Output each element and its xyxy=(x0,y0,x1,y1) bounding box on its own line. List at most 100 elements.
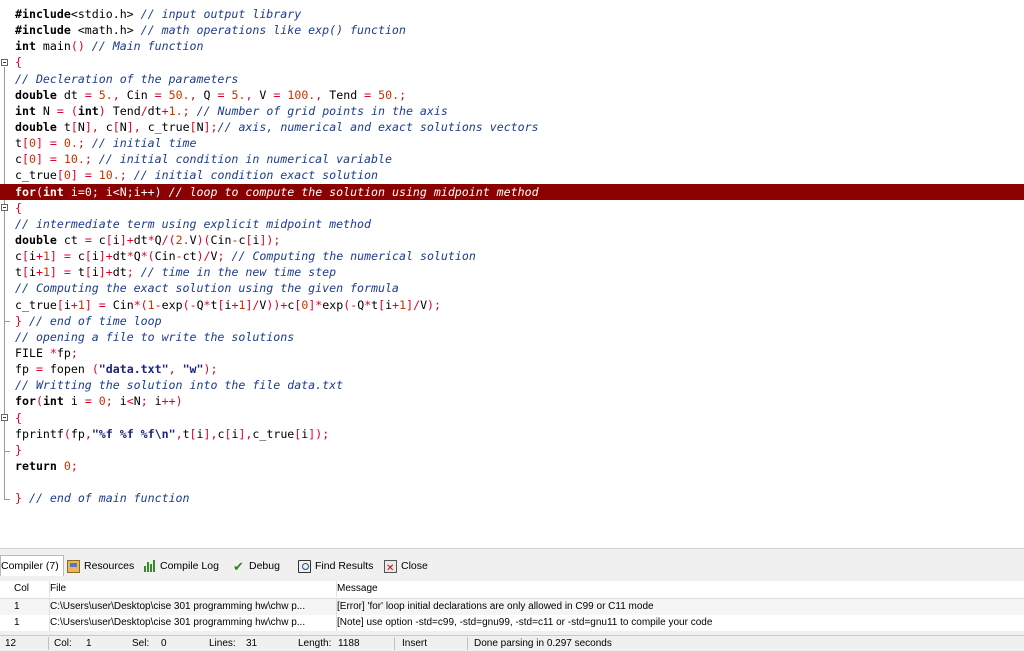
code-token: dt xyxy=(112,249,127,264)
code-line[interactable]: c[i+1] = c[i]+dt*Q*(Cin-ct)/V; // Comput… xyxy=(15,248,1024,264)
fold-toggle-main[interactable] xyxy=(1,59,8,66)
code-comment: // Computing the exact solution using th… xyxy=(15,281,399,296)
code-comment: // Decleration of the parameters xyxy=(15,71,239,86)
code-token: exp xyxy=(161,297,183,312)
code-token: [ xyxy=(84,265,92,280)
code-line[interactable]: double t[N], c[N], c_true[N];// axis, nu… xyxy=(15,119,1024,135)
code-token: dt xyxy=(147,103,162,118)
row-message-text: [Error] 'for' loop initial declarations … xyxy=(337,601,654,612)
code-line[interactable]: } // end of main function xyxy=(15,490,1024,506)
code-line[interactable]: return 0; xyxy=(15,458,1024,474)
code-token: 1. xyxy=(168,103,183,118)
code-line[interactable]: { xyxy=(15,200,1024,216)
close-panel-button[interactable]: Close xyxy=(384,557,428,578)
code-line[interactable]: for(int i = 0; i<N; i++) xyxy=(15,393,1024,409)
code-line[interactable]: // Computing the exact solution using th… xyxy=(15,280,1024,296)
code-token: )( xyxy=(196,232,211,247)
bar-chart-icon xyxy=(143,559,156,573)
code-line[interactable]: #include <math.h> // math operations lik… xyxy=(15,22,1024,38)
code-token: + xyxy=(35,249,43,264)
column-header-message[interactable]: Message xyxy=(336,581,1017,597)
code-token: i xyxy=(91,249,99,264)
code-token: main xyxy=(42,39,71,54)
code-token: c_true xyxy=(15,297,57,312)
code-token: int xyxy=(15,103,43,118)
column-header-col[interactable]: Col xyxy=(14,581,44,597)
code-token: 50. xyxy=(168,87,190,102)
code-line[interactable]: #include<stdio.h> // input output librar… xyxy=(15,6,1024,22)
code-comment: // time in the new time step xyxy=(140,265,337,280)
code-token: i xyxy=(133,184,141,199)
tab-compile-log[interactable]: Compile Log xyxy=(143,557,219,575)
code-line[interactable]: { xyxy=(15,54,1024,70)
code-line[interactable]: double ct = c[i]+dt*Q/(2.V)(Cin-c[i]); xyxy=(15,232,1024,248)
code-token: ( xyxy=(35,394,43,409)
code-token: dt xyxy=(133,232,148,247)
code-token: , xyxy=(245,87,260,102)
code-token: ; xyxy=(399,87,407,102)
code-token: { xyxy=(15,55,22,70)
code-token: *( xyxy=(133,297,148,312)
tab-compiler[interactable]: Compiler (7) xyxy=(0,555,64,576)
resources-icon xyxy=(67,559,80,573)
code-line[interactable]: // Writting the solution into the file d… xyxy=(15,377,1024,393)
code-token: [ xyxy=(84,249,92,264)
code-token: } xyxy=(15,491,29,506)
code-token: 2. xyxy=(175,232,190,247)
code-line[interactable]: int N = (int) Tend/dt+1.; // Number of g… xyxy=(15,103,1024,119)
code-line[interactable]: c[0] = 10.; // initial condition in nume… xyxy=(15,151,1024,167)
code-comment: // end of time loop xyxy=(28,313,162,328)
code-line[interactable]: fp = fopen ("data.txt", "w"); xyxy=(15,361,1024,377)
code-line[interactable]: } xyxy=(15,442,1024,458)
code-token: = ( xyxy=(56,103,78,118)
tab-find-results[interactable]: Find Results xyxy=(298,557,373,575)
code-line[interactable]: c_true[i+1] = Cin*(1-exp(-Q*t[i+1]/V))+c… xyxy=(15,297,1024,313)
code-token: [ xyxy=(112,119,120,134)
code-token: i xyxy=(28,265,36,280)
tab-resources[interactable]: Resources xyxy=(67,557,134,575)
close-icon xyxy=(384,559,397,578)
code-line[interactable]: FILE *fp; xyxy=(15,345,1024,361)
code-line[interactable]: { xyxy=(15,410,1024,426)
close-panel-label: Close xyxy=(401,560,428,572)
code-token: , xyxy=(168,362,183,377)
tab-debug[interactable]: ✔ Debug xyxy=(232,557,280,575)
code-line[interactable] xyxy=(15,474,1024,490)
code-token: Cin xyxy=(112,297,134,312)
code-token: [ xyxy=(70,119,78,134)
table-row[interactable]: 1 C:\Users\user\Desktop\cise 301 program… xyxy=(0,599,1024,615)
code-token: ]/ xyxy=(406,297,421,312)
row-file-text: C:\Users\user\Desktop\cise 301 programmi… xyxy=(50,617,306,628)
code-line[interactable]: c_true[0] = 10.; // initial condition ex… xyxy=(15,167,1024,183)
table-row[interactable]: 1 C:\Users\user\Desktop\cise 301 program… xyxy=(0,615,1024,631)
code-comment: // Main function xyxy=(91,39,204,54)
fold-toggle-for-loop[interactable] xyxy=(1,204,8,211)
code-token: i xyxy=(112,232,120,247)
column-header-file[interactable]: File xyxy=(49,581,332,597)
fold-toggle-fprintf-loop[interactable] xyxy=(1,414,8,421)
code-token: [ xyxy=(21,152,29,167)
code-line[interactable]: // intermediate term using explicit midp… xyxy=(15,216,1024,232)
code-line[interactable]: } // end of time loop xyxy=(15,313,1024,329)
code-line[interactable]: t[i+1] = t[i]+dt; // time in the new tim… xyxy=(15,264,1024,280)
highlighted-code-line[interactable]: for(int i=0; i<N;i++) // loop to compute… xyxy=(0,183,1024,200)
code-token: exp xyxy=(322,297,344,312)
code-comment: // Computing the numerical solution xyxy=(231,249,476,264)
code-token: i xyxy=(91,265,99,280)
code-line[interactable]: fprintf(fp,"%f %f %f\n",t[i],c[i],c_true… xyxy=(15,426,1024,442)
code-line[interactable]: // opening a file to write the solutions xyxy=(15,329,1024,345)
code-comment: // Writting the solution into the file d… xyxy=(15,378,344,393)
code-token: ); xyxy=(427,297,442,312)
code-lines[interactable]: #include<stdio.h> // input output librar… xyxy=(0,6,1024,506)
code-token: 50. xyxy=(378,87,400,102)
code-line[interactable]: t[0] = 0.; // initial time xyxy=(15,135,1024,151)
code-editor[interactable]: #include<stdio.h> // input output librar… xyxy=(0,0,1024,548)
code-token: [ xyxy=(189,119,197,134)
code-token: ]/ xyxy=(245,297,260,312)
code-token: - xyxy=(154,297,162,312)
code-line[interactable]: int main() // Main function xyxy=(15,38,1024,54)
code-line[interactable]: double dt = 5., Cin = 50., Q = 5., V = 1… xyxy=(15,87,1024,103)
code-token: ; xyxy=(140,394,155,409)
code-token: ; xyxy=(70,345,78,360)
code-line[interactable]: // Decleration of the parameters xyxy=(15,71,1024,87)
